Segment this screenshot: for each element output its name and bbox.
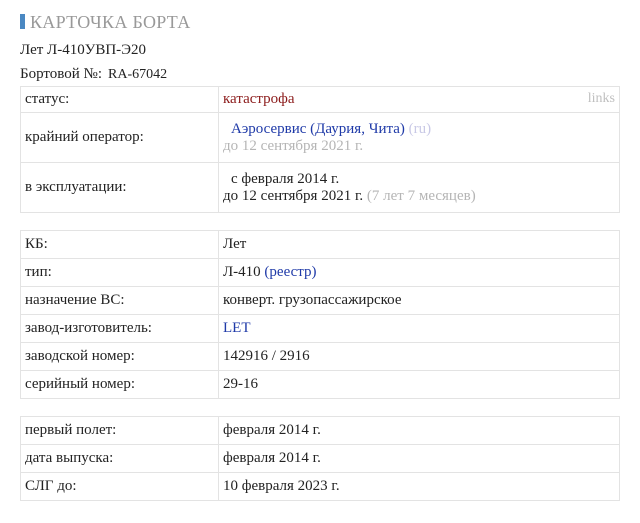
page-title-text: КАРТОЧКА БОРТА [30,12,191,32]
operator-country-link[interactable]: (ru) [409,121,432,137]
table-row: серийный номер: 29-16 [20,370,620,399]
service-from: с февраля 2014 г. [231,170,340,187]
date-value: февраля 2014 г. [218,416,620,445]
spec-label: назначение ВС: [20,286,219,315]
title-accent-bar [20,14,25,29]
registration-label: Бортовой №: [20,66,103,82]
status-value: катастрофа [223,91,295,107]
dates-table: первый полет: февраля 2014 г. дата выпус… [20,416,620,501]
service-to: до 12 сентября 2021 г. [223,187,364,204]
spec-value: Лет [218,230,620,259]
table-row: завод-изготовитель: LET [20,314,620,343]
registration-line: Бортовой №: RA-67042 [20,66,167,83]
operator-link[interactable]: Аэросервис (Даурия, Чита) [231,121,405,137]
spec-label: тип: [20,258,219,287]
registration-value: RA-67042 [108,67,168,82]
table-row: КБ: Лет [20,230,620,259]
spec-value: 142916 / 2916 [218,342,620,371]
manufacturer-link[interactable]: LET [223,320,251,336]
table-row: в эксплуатации: с февраля 2014 г. до 12 … [20,162,620,213]
table-row: статус: катастрофа links [20,86,620,113]
spec-label: заводской номер: [20,342,219,371]
operator-until: до 12 сентября 2021 г. [223,137,364,154]
service-label: в эксплуатации: [20,162,219,213]
date-label: СЛГ до: [20,472,219,501]
table-row: крайний оператор: Аэросервис (Даурия, Чи… [20,112,620,163]
spec-value: 29-16 [218,370,620,399]
spec-label: серийный номер: [20,370,219,399]
operator-cell: Аэросервис (Даурия, Чита) (ru) до 12 сен… [218,112,620,163]
operator-label: крайний оператор: [20,112,219,163]
spec-value-cell: LET [218,314,620,343]
spec-value-cell: Л-410 (реестр) [218,258,620,287]
aircraft-model: Лет Л-410УВП-Э20 [20,42,147,58]
service-cell: с февраля 2014 г. до 12 сентября 2021 г.… [218,162,620,213]
table-row: первый полет: февраля 2014 г. [20,416,620,445]
page-title: КАРТОЧКА БОРТА [20,12,191,33]
status-label: статус: [20,86,219,113]
spec-value: Л-410 [223,264,261,280]
service-duration: (7 лет 7 месяцев) [366,187,476,204]
table-row: тип: Л-410 (реестр) [20,258,620,287]
service-to-line: до 12 сентября 2021 г. (7 лет 7 месяцев) [223,188,615,205]
spec-label: завод-изготовитель: [20,314,219,343]
table-row: дата выпуска: февраля 2014 г. [20,444,620,473]
date-value: февраля 2014 г. [218,444,620,473]
spec-value: конверт. грузопассажирское [218,286,620,315]
date-label: дата выпуска: [20,444,219,473]
specs-table: КБ: Лет тип: Л-410 (реестр) назначение В… [20,230,620,399]
table-row: СЛГ до: 10 февраля 2023 г. [20,472,620,501]
date-label: первый полет: [20,416,219,445]
spec-label: КБ: [20,230,219,259]
registry-link[interactable]: (реестр) [264,264,316,280]
links-link[interactable]: links [588,91,615,107]
operator-country-code: ru [413,120,427,137]
status-table: статус: катастрофа links крайний операто… [20,86,620,213]
date-value: 10 февраля 2023 г. [218,472,620,501]
table-row: заводской номер: 142916 / 2916 [20,342,620,371]
table-row: назначение ВС: конверт. грузопассажирско… [20,286,620,315]
status-cell: катастрофа links [218,86,620,113]
